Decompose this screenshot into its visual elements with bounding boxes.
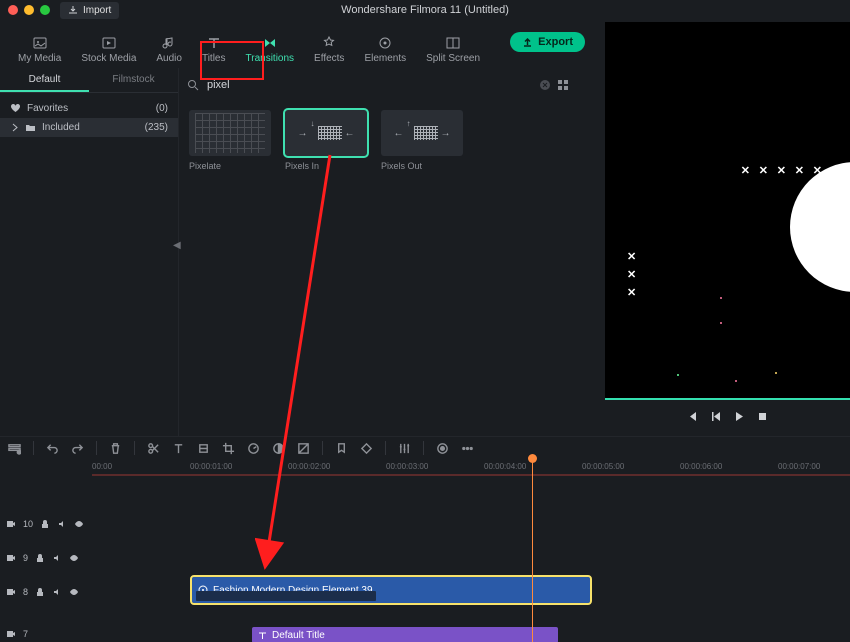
search-input[interactable] [205,78,409,92]
clip-element[interactable]: Fashion Modern Design Element 39 [192,577,590,603]
thumbs-panel: Pixelate → ↓ ← Pixels In ← ↑ [178,68,579,438]
titlebar: Import Wondershare Filmora 11 (Untitled) [0,0,850,20]
add-track-icon[interactable] [8,442,21,455]
track-head-7[interactable]: 7 [0,620,94,642]
crop-icon[interactable] [222,442,235,455]
video-track-icon [6,587,16,597]
tab-split-screen[interactable]: Split Screen [416,33,490,68]
minimize-window-button[interactable] [24,5,34,15]
track-lane-7[interactable]: Default Title [92,626,850,642]
visibility-icon[interactable] [69,587,79,597]
subtab-default[interactable]: Default [0,68,89,92]
mixer-icon[interactable] [398,442,411,455]
lock-icon[interactable] [40,519,50,529]
tab-elements[interactable]: Elements [354,33,416,68]
search-icon [187,79,199,91]
speed-icon[interactable] [247,442,260,455]
export-button[interactable]: Export [510,32,585,52]
collapse-sidebar-handle[interactable]: ◀ [173,240,181,251]
mute-icon[interactable] [52,553,62,563]
timeline-ruler[interactable]: 00:00 00:00:01:00 00:00:02:00 00:00:03:0… [0,458,850,480]
preview-canvas[interactable]: ✕ ✕ ✕ ✕ ✕ ✕ ✕ ✕ ✕ [605,22,850,400]
green-screen-icon[interactable] [297,442,310,455]
edit-icon[interactable] [197,442,210,455]
keyframe-icon[interactable] [360,442,373,455]
chevron-right-icon [10,123,19,132]
track-head-8[interactable]: 8 [0,578,94,606]
delete-icon[interactable] [109,442,122,455]
track-head-9[interactable]: 9 [0,544,94,572]
visibility-icon[interactable] [74,519,84,529]
timeline-toolbar [0,436,850,459]
preview-shape-circle [790,162,850,292]
prev-frame-button[interactable] [688,411,699,422]
lock-icon[interactable] [35,587,45,597]
track-lane-9[interactable] [92,544,850,572]
redo-icon[interactable] [71,442,84,455]
transition-pixelate[interactable]: Pixelate [189,110,271,171]
playhead[interactable] [532,458,533,642]
window-title: Wondershare Filmora 11 (Untitled) [0,4,850,16]
lock-icon[interactable] [35,553,45,563]
transition-pixels-in[interactable]: → ↓ ← Pixels In [285,110,367,171]
more-icon[interactable] [461,442,474,455]
window-controls [8,5,50,15]
preview-panel: ✕ ✕ ✕ ✕ ✕ ✕ ✕ ✕ ✕ [605,22,850,432]
tab-titles[interactable]: Titles [192,33,236,68]
mute-icon[interactable] [52,587,62,597]
video-track-icon [6,629,16,639]
transition-pixels-out[interactable]: ← ↑ → Pixels Out [381,110,463,171]
import-label: Import [83,5,111,16]
color-icon[interactable] [272,442,285,455]
record-icon[interactable] [436,442,449,455]
category-favorites[interactable]: Favorites (0) [0,99,178,118]
clip-title[interactable]: Default Title [252,627,558,642]
sub-tabs: Default Filmstock [0,68,178,93]
category-sidebar: Default Filmstock Favorites (0) Included… [0,68,178,438]
undo-icon[interactable] [46,442,59,455]
track-head-10[interactable]: 10 [0,510,94,538]
text-icon[interactable] [172,442,185,455]
tab-stock-media[interactable]: Stock Media [71,33,146,68]
play-backward-button[interactable] [711,411,722,422]
title-clip-icon [258,631,267,640]
video-track-icon [6,553,16,563]
stop-button[interactable] [757,411,768,422]
player-controls [605,400,850,432]
maximize-window-button[interactable] [40,5,50,15]
split-icon[interactable] [147,442,160,455]
visibility-icon[interactable] [69,553,79,563]
folder-icon [25,122,36,133]
category-included[interactable]: Included (235) [0,118,178,137]
grid-view-icon[interactable] [557,79,571,91]
tab-my-media[interactable]: My Media [8,33,71,68]
clear-search-icon[interactable] [539,79,551,91]
video-track-icon [6,519,16,529]
track-lane-10[interactable] [92,510,850,538]
track-lane-8[interactable]: Fashion Modern Design Element 39 [92,576,850,604]
play-button[interactable] [734,411,745,422]
tab-audio[interactable]: Audio [146,33,192,68]
import-button[interactable]: Import [60,2,119,19]
mute-icon[interactable] [57,519,67,529]
markers-icon[interactable] [335,442,348,455]
subtab-filmstock[interactable]: Filmstock [89,68,178,92]
close-window-button[interactable] [8,5,18,15]
timeline: 10 9 8 Fashion Modern Design Element 39 … [0,480,850,642]
tab-transitions[interactable]: Transitions [236,33,305,68]
heart-icon [10,103,21,114]
tab-effects[interactable]: Effects [304,33,354,68]
